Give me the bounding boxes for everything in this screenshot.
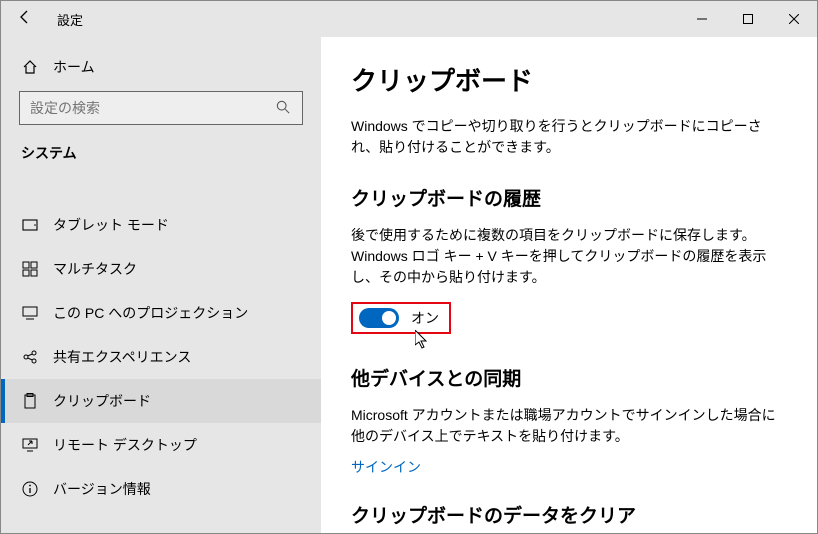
search-input[interactable] bbox=[30, 100, 276, 116]
sidebar-item-about[interactable]: バージョン情報 bbox=[1, 467, 321, 511]
window-title: 設定 bbox=[49, 10, 83, 29]
sidebar-item-shared-exp[interactable]: 共有エクスペリエンス bbox=[1, 335, 321, 379]
section-clear-heading: クリップボードのデータをクリア bbox=[351, 501, 787, 528]
sidebar-item-projection[interactable]: この PC へのプロジェクション bbox=[1, 291, 321, 335]
window-controls bbox=[679, 3, 817, 35]
sidebar-item-label: タブレット モード bbox=[53, 215, 169, 235]
sidebar-item-label: バージョン情報 bbox=[53, 479, 151, 499]
home-link[interactable]: ホーム bbox=[1, 49, 321, 91]
home-label: ホーム bbox=[53, 57, 95, 77]
sidebar-item-remote-desktop[interactable]: リモート デスクトップ bbox=[1, 423, 321, 467]
history-toggle[interactable] bbox=[359, 308, 399, 328]
page-title: クリップボード bbox=[351, 61, 787, 98]
info-icon bbox=[21, 481, 39, 497]
minimize-button[interactable] bbox=[679, 3, 725, 35]
sidebar-group-title: システム bbox=[1, 143, 321, 175]
signin-link[interactable]: サインイン bbox=[351, 457, 421, 477]
sidebar-item-clipboard[interactable]: クリップボード bbox=[1, 379, 321, 423]
share-icon bbox=[21, 349, 39, 365]
search-box[interactable] bbox=[19, 91, 303, 125]
section-history-desc: 後で使用するために複数の項目をクリップボードに保存します。Windows ロゴ … bbox=[351, 225, 787, 288]
close-button[interactable] bbox=[771, 3, 817, 35]
sidebar-item-multitask[interactable]: マルチタスク bbox=[1, 247, 321, 291]
section-history-heading: クリップボードの履歴 bbox=[351, 184, 787, 211]
search-icon bbox=[276, 100, 292, 117]
page-intro: Windows でコピーや切り取りを行うとクリップボードにコピーされ、貼り付ける… bbox=[351, 116, 787, 158]
section-sync-heading: 他デバイスとの同期 bbox=[351, 364, 787, 391]
back-button[interactable] bbox=[1, 9, 49, 30]
history-toggle-highlight: オン bbox=[351, 302, 451, 334]
sidebar-item-label: クリップボード bbox=[53, 391, 151, 411]
titlebar: 設定 bbox=[1, 1, 817, 37]
sidebar-nav: タブレット モード マルチタスク この PC へのプロジェクション 共有エクスペ… bbox=[1, 203, 321, 511]
content-pane: クリップボード Windows でコピーや切り取りを行うとクリップボードにコピー… bbox=[321, 37, 817, 533]
remote-desktop-icon bbox=[21, 437, 39, 453]
sidebar-item-label: この PC へのプロジェクション bbox=[53, 303, 248, 323]
cursor-icon bbox=[415, 330, 431, 350]
home-icon bbox=[21, 59, 39, 75]
sidebar-item-label: 共有エクスペリエンス bbox=[53, 347, 191, 367]
section-sync-desc: Microsoft アカウントまたは職場アカウントでサインインした場合に他のデバ… bbox=[351, 405, 787, 447]
multitask-icon bbox=[21, 261, 39, 277]
tablet-icon bbox=[21, 217, 39, 233]
history-toggle-label: オン bbox=[411, 308, 439, 328]
sidebar-item-label: マルチタスク bbox=[53, 259, 137, 279]
clipboard-icon bbox=[21, 393, 39, 409]
sidebar-item-label: リモート デスクトップ bbox=[53, 435, 197, 455]
projection-icon bbox=[21, 305, 39, 321]
sidebar: ホーム システム タブレット モード マルチタスク bbox=[1, 37, 321, 533]
sidebar-item-tablet-mode[interactable]: タブレット モード bbox=[1, 203, 321, 247]
maximize-button[interactable] bbox=[725, 3, 771, 35]
